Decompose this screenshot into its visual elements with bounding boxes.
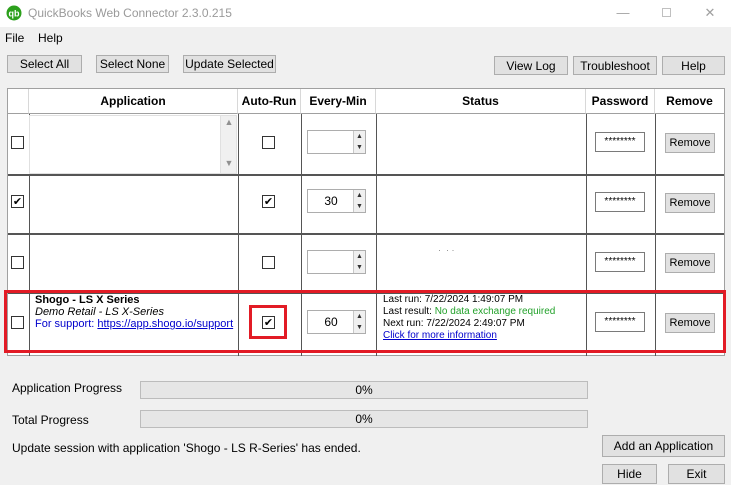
stepper-down-icon[interactable]: ▼ — [354, 201, 365, 212]
application-progress-label: Application Progress — [12, 381, 123, 395]
row-select-checkbox[interactable] — [11, 136, 24, 149]
header-password[interactable]: Password — [586, 89, 655, 114]
window-title: QuickBooks Web Connector 2.3.0.215 — [28, 6, 232, 20]
total-progress-label: Total Progress — [12, 413, 89, 427]
update-selected-button[interactable]: Update Selected — [183, 55, 276, 73]
auto-run-checkbox[interactable] — [262, 136, 275, 149]
every-min-stepper[interactable]: ▲ ▼ — [307, 250, 366, 274]
stepper-arrows[interactable]: ▲ ▼ — [353, 131, 365, 153]
minimize-icon[interactable]: — — [613, 4, 633, 22]
every-min-stepper[interactable]: ▲ ▼ — [307, 130, 366, 154]
hide-button[interactable]: Hide — [602, 464, 657, 484]
stepper-arrows[interactable]: ▲ ▼ — [353, 190, 365, 212]
stepper-up-icon[interactable]: ▲ — [354, 131, 365, 142]
password-field[interactable]: ******** — [595, 252, 645, 272]
password-field[interactable]: ******** — [595, 132, 645, 152]
application-progress-value: 0% — [355, 383, 373, 397]
row-divider — [8, 174, 724, 176]
maximize-icon[interactable] — [656, 4, 676, 22]
status-message: Update session with application 'Shogo -… — [12, 441, 361, 455]
application-progress-bar: 0% — [140, 381, 588, 399]
password-field[interactable]: ******** — [595, 192, 645, 212]
header-select — [8, 89, 29, 114]
highlight-auto-run-outline — [249, 305, 287, 339]
status-loading-dots: · · · — [438, 245, 455, 255]
menu-help[interactable]: Help — [38, 31, 63, 45]
menu-bar: File Help — [0, 28, 731, 48]
every-min-value — [308, 131, 354, 153]
select-none-button[interactable]: Select None — [96, 55, 169, 73]
row-select-checkbox[interactable] — [11, 195, 24, 208]
add-application-button[interactable]: Add an Application — [602, 435, 725, 457]
row-divider — [8, 233, 724, 235]
remove-button[interactable]: Remove — [665, 193, 715, 213]
stepper-down-icon[interactable]: ▼ — [354, 142, 365, 153]
header-status[interactable]: Status — [376, 89, 586, 114]
header-application[interactable]: Application — [29, 89, 238, 114]
menu-file[interactable]: File — [5, 31, 24, 45]
exit-button[interactable]: Exit — [668, 464, 725, 484]
every-min-value — [308, 251, 354, 273]
scroll-up-icon[interactable]: ▲ — [221, 117, 237, 131]
header-every-min[interactable]: Every-Min — [301, 89, 376, 114]
stepper-up-icon[interactable]: ▲ — [354, 190, 365, 201]
stepper-down-icon[interactable]: ▼ — [354, 262, 365, 273]
auto-run-checkbox[interactable] — [262, 195, 275, 208]
auto-run-checkbox[interactable] — [262, 256, 275, 269]
every-min-stepper[interactable]: 30 ▲ ▼ — [307, 189, 366, 213]
stepper-up-icon[interactable]: ▲ — [354, 251, 365, 262]
total-progress-bar: 0% — [140, 410, 588, 428]
application-text-area[interactable]: ▲ ▼ — [29, 115, 237, 174]
highlight-row-outline — [4, 290, 726, 353]
total-progress-value: 0% — [355, 412, 373, 426]
select-all-button[interactable]: Select All — [7, 55, 82, 73]
remove-button[interactable]: Remove — [665, 253, 715, 273]
troubleshoot-button[interactable]: Troubleshoot — [573, 56, 657, 75]
help-button[interactable]: Help — [662, 56, 725, 75]
svg-text:qb: qb — [9, 9, 20, 19]
every-min-value: 30 — [324, 194, 338, 208]
remove-button[interactable]: Remove — [665, 133, 715, 153]
scrollbar[interactable]: ▲ ▼ — [220, 116, 236, 173]
title-bar: qb QuickBooks Web Connector 2.3.0.215 — … — [0, 0, 731, 27]
view-log-button[interactable]: View Log — [494, 56, 568, 75]
stepper-arrows[interactable]: ▲ ▼ — [353, 251, 365, 273]
header-remove[interactable]: Remove — [655, 89, 724, 114]
row-select-checkbox[interactable] — [11, 256, 24, 269]
scroll-down-icon[interactable]: ▼ — [221, 158, 237, 172]
close-icon[interactable]: ✕ — [700, 4, 720, 22]
header-auto-run[interactable]: Auto-Run — [238, 89, 301, 114]
quickbooks-logo-icon: qb — [6, 5, 22, 21]
